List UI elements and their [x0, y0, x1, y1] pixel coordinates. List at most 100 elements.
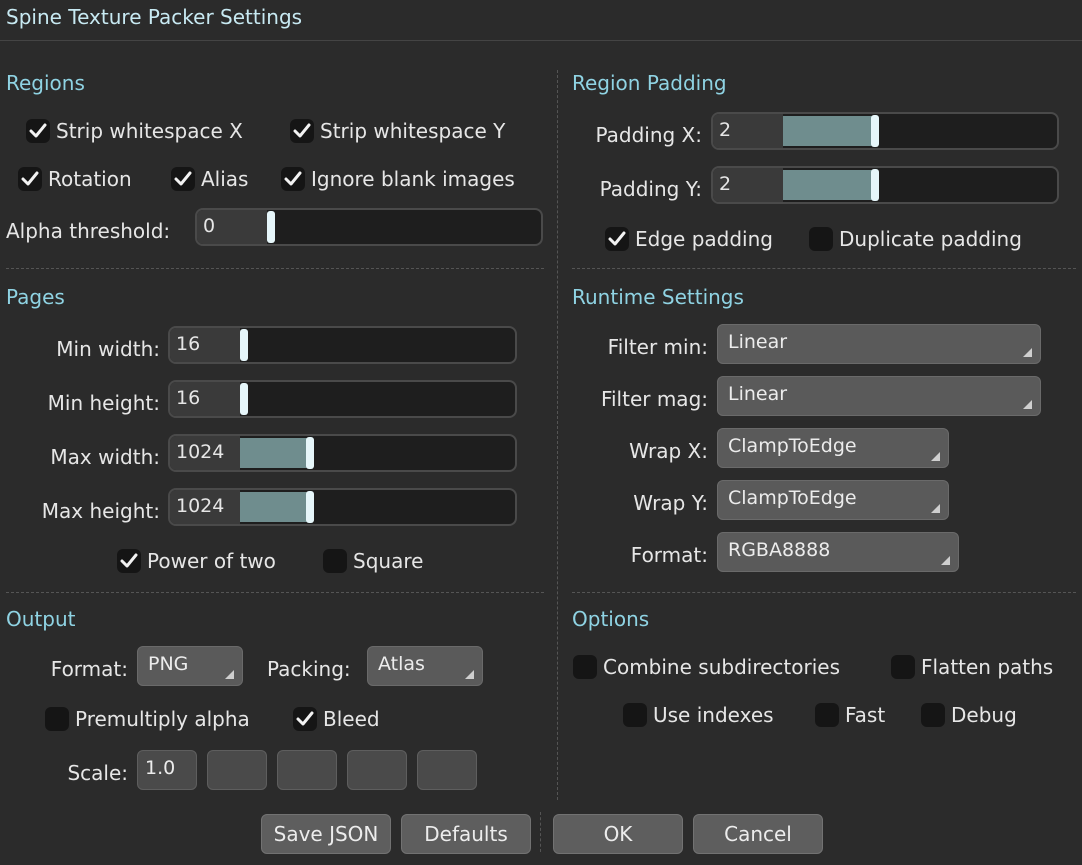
premultiply-alpha-checkbox[interactable]: Premultiply alpha: [45, 707, 250, 731]
filter-min-dropdown[interactable]: Linear: [717, 324, 1041, 364]
ignore-blank-images-checkbox[interactable]: Ignore blank images: [281, 167, 515, 191]
wrap-y-label: Wrap Y:: [633, 491, 708, 515]
checkmark-icon: [891, 655, 915, 679]
use-indexes-checkbox[interactable]: Use indexes: [623, 703, 774, 727]
packing-value: Atlas: [378, 653, 425, 675]
scale-input-2[interactable]: [207, 750, 267, 790]
square-checkbox[interactable]: Square: [323, 549, 423, 573]
duplicate-padding-label: Duplicate padding: [839, 227, 1022, 251]
rotation-label: Rotation: [48, 167, 132, 191]
divider-runtime-options: [572, 592, 1076, 593]
bleed-checkbox[interactable]: Bleed: [293, 707, 380, 731]
edge-padding-checkbox[interactable]: Edge padding: [605, 227, 773, 251]
filter-min-label: Filter min:: [607, 335, 708, 359]
wrap-y-dropdown[interactable]: ClampToEdge: [717, 480, 949, 520]
use-indexes-label: Use indexes: [653, 703, 774, 727]
alias-checkbox[interactable]: Alias: [171, 167, 248, 191]
max-height-slider[interactable]: 1024: [168, 488, 517, 526]
scale-label: Scale:: [67, 761, 128, 785]
packing-dropdown[interactable]: Atlas: [367, 646, 483, 686]
checkmark-icon: [171, 167, 195, 191]
checkmark-icon: [117, 549, 141, 573]
padding-x-value: 2: [719, 119, 732, 141]
save-json-button[interactable]: Save JSON: [261, 814, 391, 854]
max-height-slider-fill: [240, 492, 308, 522]
checkmark-icon: [18, 167, 42, 191]
alias-label: Alias: [201, 167, 249, 191]
duplicate-padding-checkbox[interactable]: Duplicate padding: [809, 227, 1022, 251]
divider-regions-pages: [6, 268, 544, 269]
checkmark-icon: [290, 119, 314, 143]
flatten-paths-checkbox[interactable]: Flatten paths: [891, 655, 1053, 679]
combine-subdirectories-checkbox[interactable]: Combine subdirectories: [573, 655, 840, 679]
max-width-value: 1024: [176, 441, 225, 463]
section-region-padding-heading: Region Padding: [572, 71, 727, 95]
dropdown-arrow-icon: [941, 556, 950, 565]
dropdown-arrow-icon: [1023, 348, 1032, 357]
wrap-y-value: ClampToEdge: [728, 487, 857, 509]
min-width-label: Min width:: [56, 337, 160, 361]
scale-input-4[interactable]: [347, 750, 407, 790]
scale-value-1: 1.0: [145, 757, 176, 779]
power-of-two-checkbox[interactable]: Power of two: [117, 549, 276, 573]
dropdown-arrow-icon: [465, 670, 474, 679]
max-width-slider[interactable]: 1024: [168, 434, 517, 472]
title-divider: [0, 40, 1082, 41]
min-height-slider-thumb[interactable]: [240, 383, 248, 415]
defaults-button[interactable]: Defaults: [401, 814, 531, 854]
max-width-slider-thumb[interactable]: [306, 437, 314, 469]
scale-input-1[interactable]: 1.0: [137, 750, 197, 790]
strip-whitespace-x-checkbox[interactable]: Strip whitespace X: [26, 119, 243, 143]
output-format-dropdown[interactable]: PNG: [137, 646, 243, 686]
min-width-slider[interactable]: 16: [168, 326, 517, 364]
dropdown-arrow-icon: [225, 670, 234, 679]
filter-min-value: Linear: [728, 331, 788, 353]
section-runtime-settings-heading: Runtime Settings: [572, 285, 744, 309]
max-height-slider-thumb[interactable]: [306, 491, 314, 523]
filter-mag-value: Linear: [728, 383, 788, 405]
checkmark-icon: [809, 227, 833, 251]
strip-whitespace-x-label: Strip whitespace X: [56, 119, 243, 143]
scale-input-5[interactable]: [417, 750, 477, 790]
section-regions-heading: Regions: [6, 71, 85, 95]
runtime-format-value: RGBA8888: [728, 539, 831, 561]
padding-y-slider[interactable]: 2: [711, 166, 1059, 204]
cancel-button[interactable]: Cancel: [693, 814, 823, 854]
padding-x-slider[interactable]: 2: [711, 112, 1059, 150]
padding-x-slider-thumb[interactable]: [871, 115, 879, 147]
rotation-checkbox[interactable]: Rotation: [18, 167, 132, 191]
fast-checkbox[interactable]: Fast: [815, 703, 885, 727]
fast-label: Fast: [845, 703, 886, 727]
min-width-slider-thumb[interactable]: [240, 329, 248, 361]
scale-input-3[interactable]: [277, 750, 337, 790]
output-format-label: Format:: [50, 657, 128, 681]
premultiply-alpha-label: Premultiply alpha: [75, 707, 250, 731]
checkmark-icon: [573, 655, 597, 679]
checkmark-icon: [623, 703, 647, 727]
ignore-blank-images-label: Ignore blank images: [311, 167, 515, 191]
padding-y-label: Padding Y:: [599, 177, 702, 201]
square-label: Square: [353, 549, 424, 573]
filter-mag-label: Filter mag:: [600, 387, 708, 411]
runtime-format-dropdown[interactable]: RGBA8888: [717, 532, 959, 572]
alpha-threshold-slider-thumb[interactable]: [267, 211, 275, 243]
packing-label: Packing:: [267, 657, 351, 681]
min-width-value: 16: [176, 333, 201, 355]
filter-mag-dropdown[interactable]: Linear: [717, 376, 1041, 416]
power-of-two-label: Power of two: [147, 549, 276, 573]
button-divider: [540, 812, 541, 852]
padding-y-slider-thumb[interactable]: [871, 169, 879, 201]
max-height-value: 1024: [176, 495, 225, 517]
wrap-x-dropdown[interactable]: ClampToEdge: [717, 428, 949, 468]
debug-checkbox[interactable]: Debug: [921, 703, 1017, 727]
flatten-paths-label: Flatten paths: [921, 655, 1054, 679]
runtime-format-label: Format:: [630, 543, 708, 567]
min-height-slider[interactable]: 16: [168, 380, 517, 418]
alpha-threshold-slider[interactable]: 0: [195, 208, 543, 246]
edge-padding-label: Edge padding: [635, 227, 773, 251]
ok-button[interactable]: OK: [553, 814, 683, 854]
checkmark-icon: [605, 227, 629, 251]
min-height-label: Min height:: [47, 391, 160, 415]
strip-whitespace-y-checkbox[interactable]: Strip whitespace Y: [290, 119, 505, 143]
wrap-x-value: ClampToEdge: [728, 435, 857, 457]
